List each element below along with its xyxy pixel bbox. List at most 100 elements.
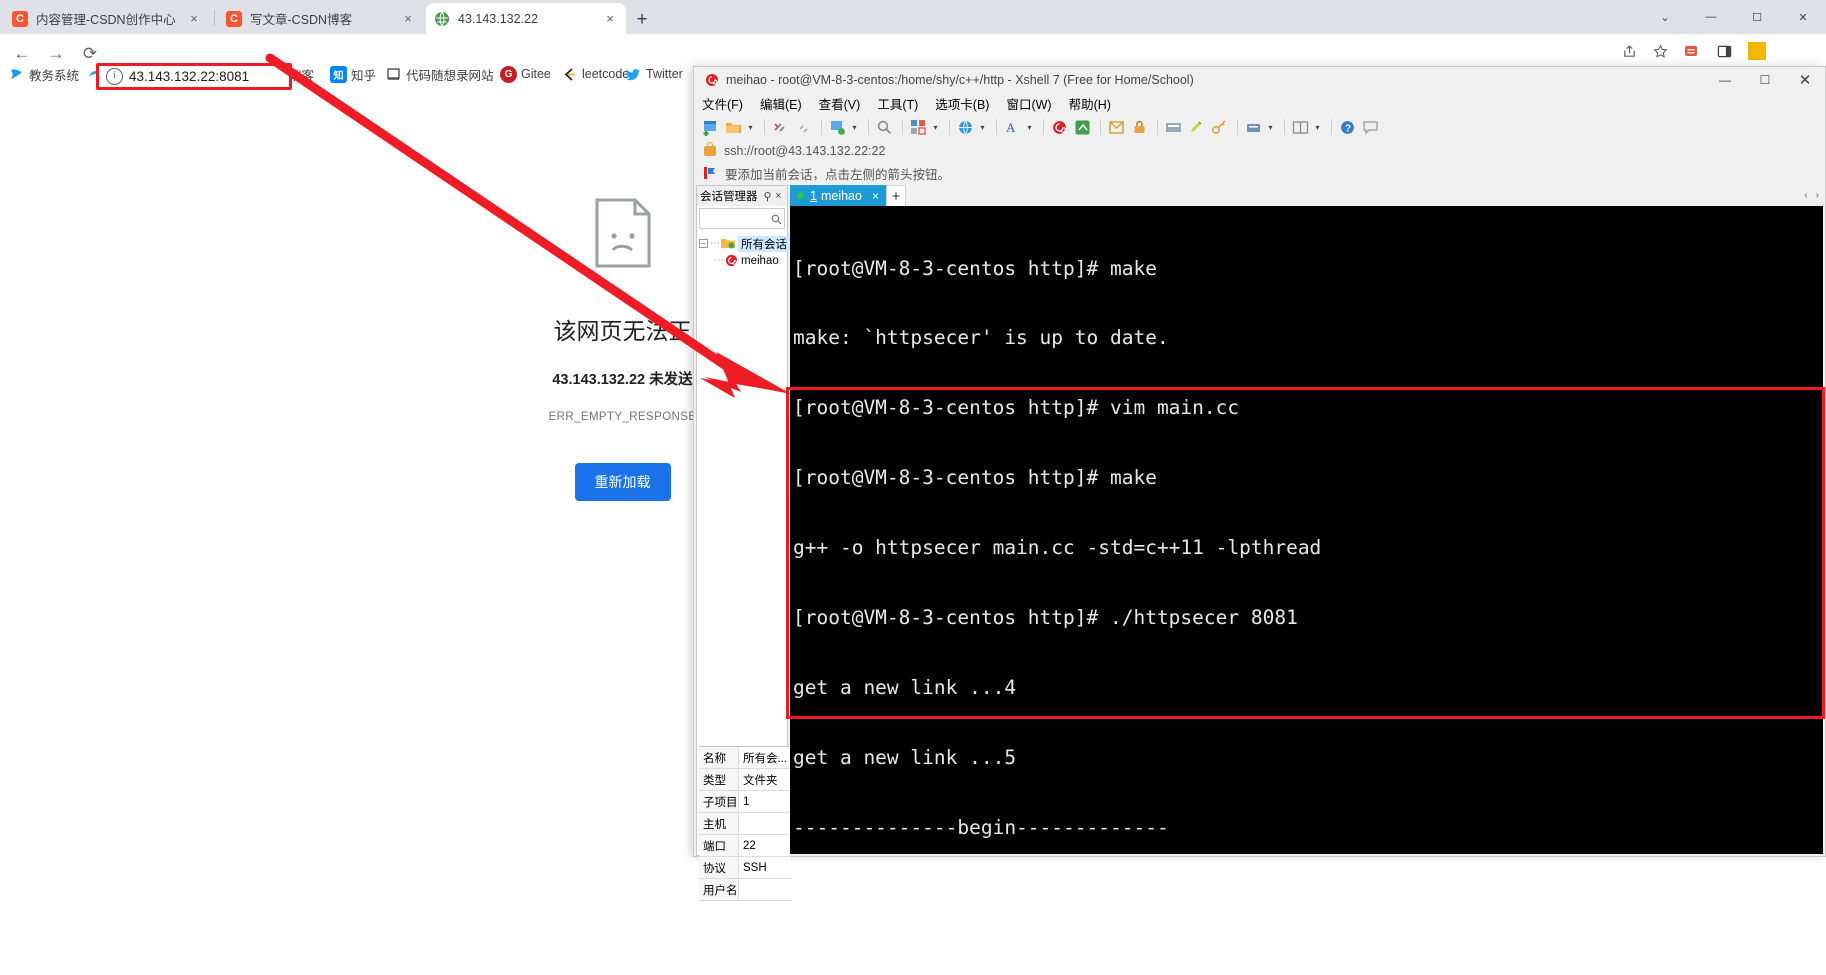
toolbar-separator	[1043, 119, 1044, 135]
session-properties-icon[interactable]	[827, 117, 847, 137]
tunnel-icon[interactable]	[1243, 117, 1263, 137]
xftp-green-icon[interactable]	[1072, 117, 1092, 137]
bookmark-label: 教务系统	[29, 68, 80, 83]
bookmark-item-7[interactable]: G Gitee	[500, 62, 551, 86]
terminal-line: get a new link ...5	[793, 745, 1017, 769]
window-minimize-button[interactable]: —	[1688, 0, 1734, 34]
close-icon[interactable]: ×	[773, 190, 784, 202]
window-maximize-button[interactable]: ☐	[1734, 0, 1780, 34]
key-icon[interactable]	[1209, 117, 1229, 137]
reload-page-button[interactable]: 重新加载	[574, 463, 671, 501]
terminal-line: [root@VM-8-3-centos http]# make	[793, 466, 1157, 490]
comment-icon[interactable]	[1360, 117, 1380, 137]
browser-tab-2[interactable]: 43.143.132.22 ×	[426, 3, 626, 34]
bookmark-item-0[interactable]: 教务系统	[8, 62, 79, 86]
xshell-window: meihao - root@VM-8-3-centos:/home/shy/c+…	[693, 66, 1826, 975]
transfer-icon[interactable]	[1163, 117, 1183, 137]
property-key: 主机	[699, 813, 739, 834]
tab-scroll-left-icon[interactable]: ‹	[1800, 190, 1811, 201]
terminal-line: --------------begin-------------	[793, 815, 1169, 839]
session-tree-root[interactable]: − ⋯ 所有会话	[699, 235, 790, 252]
menu-window[interactable]: 窗口(W)	[1006, 94, 1051, 113]
browser-tab-1[interactable]: C 写文章-CSDN博客 ×	[218, 3, 424, 34]
chevron-down-icon[interactable]: ▾	[746, 123, 755, 132]
new-session-icon[interactable]	[700, 117, 720, 137]
terminal-line: [root@VM-8-3-centos http]# vim main.cc	[793, 396, 1240, 420]
terminal-tab-meihao[interactable]: 1 meihao ×	[790, 185, 886, 206]
font-icon[interactable]: A	[1002, 117, 1022, 137]
xshell-title-bar: meihao - root@VM-8-3-centos:/home/shy/c+…	[694, 67, 1825, 92]
window-minimize-chevron-icon[interactable]: ⌄	[1642, 0, 1688, 34]
open-folder-icon[interactable]	[723, 117, 743, 137]
disconnect-icon[interactable]	[770, 117, 790, 137]
terminal-tab-index: 1	[810, 188, 817, 203]
pin-icon[interactable]: ⚲	[762, 190, 773, 203]
xshell-maximize-button[interactable]: ☐	[1745, 67, 1785, 92]
terminal-line: make: `httpsecer' is up to date.	[793, 326, 1169, 350]
toolbar-separator	[1237, 119, 1238, 135]
session-tree-item-label: meihao	[741, 254, 779, 267]
chevron-down-icon[interactable]: ▾	[978, 123, 987, 132]
menu-tabs[interactable]: 选项卡(B)	[935, 94, 989, 113]
lock-icon[interactable]	[1129, 117, 1149, 137]
chevron-down-icon[interactable]: ▾	[1313, 123, 1322, 132]
tab-close-button[interactable]: ×	[400, 11, 416, 27]
terminal-output[interactable]: [root@VM-8-3-centos http]# make make: `h…	[790, 206, 1823, 854]
tab-scroll-right-icon[interactable]: ›	[1812, 190, 1823, 201]
menu-view[interactable]: 查看(V)	[819, 94, 861, 113]
site-info-icon[interactable]: i	[106, 68, 123, 85]
session-properties-table: 名称 所有会... 类型 文件夹 子项目 1 主机 端口 22 协议 SSH 用…	[699, 746, 791, 975]
xshell-address-bar[interactable]: ssh://root@43.143.132.22:22	[694, 140, 1825, 162]
address-bar[interactable]: i 43.143.132.22:8081	[96, 63, 292, 90]
terminal-tab-label: meihao	[820, 188, 862, 203]
bookmark-item-6[interactable]: 代码随想录网站	[385, 62, 494, 86]
toolbar-separator	[1100, 119, 1101, 135]
tab-close-button[interactable]: ×	[602, 11, 618, 27]
svg-text:A: A	[1006, 120, 1016, 135]
browser-tab-0[interactable]: C 内容管理-CSDN创作中心 ×	[4, 3, 210, 34]
chevron-down-icon[interactable]: ▾	[1025, 123, 1034, 132]
book-icon	[385, 66, 402, 83]
grid-view-icon[interactable]	[1290, 117, 1310, 137]
menu-file[interactable]: 文件(F)	[702, 94, 743, 113]
menu-tools[interactable]: 工具(T)	[877, 94, 918, 113]
xshell-close-button[interactable]: ✕	[1785, 67, 1825, 92]
chevron-down-icon[interactable]: ▾	[931, 123, 940, 132]
xshell-toolbar: ▾ ▾ ▾ ▾ A ▾ ▾ ▾ ?	[694, 114, 1825, 140]
table-row: 端口 22	[699, 835, 791, 857]
edit-pencil-icon[interactable]	[1186, 117, 1206, 137]
globe-icon[interactable]	[955, 117, 975, 137]
tree-expander-icon[interactable]: −	[699, 239, 708, 248]
xshell-title-text: meihao - root@VM-8-3-centos:/home/shy/c+…	[726, 72, 1194, 87]
layout-icon[interactable]	[908, 117, 928, 137]
terminal-tab-close[interactable]: ×	[872, 189, 879, 203]
globe-icon	[434, 11, 450, 27]
reconnect-icon[interactable]	[793, 117, 813, 137]
menu-edit[interactable]: 编辑(E)	[760, 94, 802, 113]
session-manager-header: 会话管理器 ⚲ ×	[697, 186, 787, 206]
tab-close-button[interactable]: ×	[186, 11, 202, 27]
session-tree-item-meihao[interactable]: ⋯ meihao	[699, 252, 787, 269]
bookmark-item-9[interactable]: Twitter	[625, 62, 683, 86]
help-icon[interactable]: ?	[1337, 117, 1357, 137]
property-key: 子项目	[699, 791, 739, 812]
compose-icon[interactable]	[1106, 117, 1126, 137]
xshell-red-icon[interactable]	[1049, 117, 1069, 137]
xshell-minimize-button[interactable]: —	[1705, 67, 1745, 92]
terminal-line: [root@VM-8-3-centos http]# ./httpsecer 8…	[793, 606, 1298, 630]
bookmark-item-8[interactable]: leetcode	[561, 62, 629, 86]
menu-help[interactable]: 帮助(H)	[1069, 94, 1111, 113]
new-tab-button[interactable]: +	[628, 6, 656, 34]
search-icon[interactable]	[771, 212, 782, 225]
table-row: 名称 所有会...	[699, 747, 791, 769]
chevron-down-icon[interactable]: ▾	[1266, 123, 1275, 132]
bookmark-item-5[interactable]: 知 知乎	[330, 62, 376, 86]
zhihu-icon: 知	[330, 65, 347, 83]
window-close-button[interactable]: ✕	[1780, 0, 1826, 34]
find-icon[interactable]	[874, 117, 894, 137]
sad-page-icon	[592, 198, 654, 268]
new-terminal-tab-button[interactable]: +	[885, 185, 906, 206]
chevron-down-icon[interactable]: ▾	[850, 123, 859, 132]
session-search-input[interactable]	[699, 208, 785, 229]
svg-text:?: ?	[1345, 123, 1351, 134]
